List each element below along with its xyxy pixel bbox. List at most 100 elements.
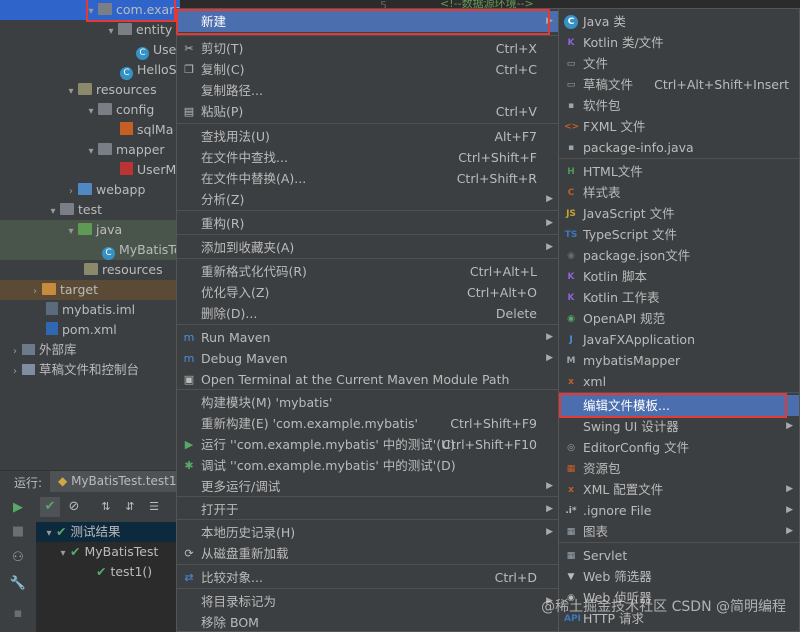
context-menu-item[interactable]: 复制路径... xyxy=(177,80,559,101)
wrench-icon[interactable]: 🔧 xyxy=(8,574,28,594)
tree-item-usermapper[interactable]: UserM xyxy=(120,160,176,180)
chevron-down-icon[interactable]: ▾ xyxy=(84,102,98,122)
new-menu-item[interactable]: ▼ Web 筛选器 xyxy=(559,566,799,587)
tree-item-scratches[interactable]: › 草稿文件和控制台 xyxy=(8,360,139,380)
context-menu-item[interactable]: 添加到收藏夹(A) ▶ xyxy=(177,237,559,258)
chevron-right-icon[interactable]: › xyxy=(28,282,42,302)
context-menu-item[interactable]: ✂ 剪切(T) Ctrl+X xyxy=(177,38,559,59)
chevron-down-icon[interactable]: ▾ xyxy=(46,202,60,222)
tree-item-entity[interactable]: ▾ entity xyxy=(104,20,172,40)
chevron-right-icon[interactable]: › xyxy=(8,362,22,382)
new-menu-item[interactable]: JS JavaScript 文件 xyxy=(559,203,799,224)
context-menu-item[interactable]: 在文件中查找... Ctrl+Shift+F xyxy=(177,147,559,168)
context-menu-item[interactable]: 查找用法(U) Alt+F7 xyxy=(177,126,559,147)
tree-item-user-class[interactable]: C Use xyxy=(136,40,176,60)
test-class-node[interactable]: ▾ ✔ MyBatisTest xyxy=(56,542,158,562)
new-menu-item[interactable]: TS TypeScript 文件 xyxy=(559,224,799,245)
chevron-down-icon[interactable]: ▾ xyxy=(56,544,70,564)
chevron-down-icon[interactable]: ▾ xyxy=(64,82,78,102)
chevron-down-icon[interactable]: ▾ xyxy=(42,524,56,544)
new-menu-item[interactable]: ◎ EditorConfig 文件 xyxy=(559,437,799,458)
tree-item-sqlmap[interactable]: sqlMa xyxy=(120,120,173,140)
new-menu-item[interactable]: x XML 配置文件 ▶ xyxy=(559,479,799,500)
new-menu-item[interactable]: J JavaFXApplication xyxy=(559,329,799,350)
chevron-down-icon[interactable]: ▾ xyxy=(64,222,78,242)
context-menu-item[interactable]: ❐ 复制(C) Ctrl+C xyxy=(177,59,559,80)
new-menu-item[interactable]: C Java 类 xyxy=(559,11,799,32)
new-menu-item[interactable]: K Kotlin 脚本 xyxy=(559,266,799,287)
context-menu-item[interactable]: m Run Maven ▶ xyxy=(177,327,559,348)
context-menu-item[interactable]: ▤ 粘贴(P) Ctrl+V xyxy=(177,101,559,122)
new-menu-item[interactable]: ▦ 图表 ▶ xyxy=(559,521,799,542)
chevron-right-icon[interactable]: › xyxy=(8,342,22,362)
new-menu-item[interactable]: ▭ 文件 xyxy=(559,53,799,74)
context-menu-item[interactable]: 重构(R) ▶ xyxy=(177,213,559,234)
stop-icon[interactable]: ■ xyxy=(8,522,28,542)
context-menu-item[interactable]: m Debug Maven ▶ xyxy=(177,348,559,369)
context-menu-item[interactable]: 重新构建(E) 'com.example.mybatis' Ctrl+Shift+… xyxy=(177,413,559,434)
new-menu-item[interactable]: Swing UI 设计器 ▶ xyxy=(559,416,799,437)
new-menu-item[interactable]: K Kotlin 类/文件 xyxy=(559,32,799,53)
tree-item-mapper[interactable]: ▾ mapper xyxy=(84,140,164,162)
tree-item-webapp[interactable]: › webapp xyxy=(64,180,145,200)
context-menu-item[interactable]: ⇄ 比较对象... Ctrl+D xyxy=(177,567,559,588)
chevron-right-icon[interactable]: › xyxy=(64,182,78,202)
test-method-node[interactable]: ✔ test1() xyxy=(96,562,152,582)
new-menu-item[interactable]: ▦ 资源包 xyxy=(559,458,799,479)
run-tab[interactable]: ◆ MyBatisTest.test1 xyxy=(50,471,183,493)
context-menu-item[interactable]: 更多运行/调试 ▶ xyxy=(177,476,559,497)
tree-item-config[interactable]: ▾ config xyxy=(84,100,154,120)
chevron-down-icon[interactable]: ▾ xyxy=(84,142,98,162)
new-menu-item[interactable]: ◉ package.json文件 xyxy=(559,245,799,266)
new-menu-item[interactable]: <> FXML 文件 xyxy=(559,116,799,137)
new-menu-item[interactable]: K Kotlin 工作表 xyxy=(559,287,799,308)
context-menu-item[interactable]: 打开于 ▶ xyxy=(177,499,559,520)
context-menu-item[interactable]: 将目录标记为 ▶ xyxy=(177,591,559,612)
show-passed-icon[interactable]: ✔ xyxy=(40,497,60,517)
new-menu-item[interactable]: ▪ 软件包 xyxy=(559,95,799,116)
new-menu-item[interactable]: MmybatisMapper xyxy=(559,350,799,371)
tree-item-package[interactable]: ▾ com.example.mybatis xyxy=(84,0,180,20)
tree-item-java[interactable]: ▾ java xyxy=(64,220,122,240)
context-menu-item[interactable]: 优化导入(Z) Ctrl+Alt+O xyxy=(177,282,559,303)
new-menu-item[interactable]: 编辑文件模板... xyxy=(559,395,799,416)
test-results-root[interactable]: ▾ ✔ 测试结果 xyxy=(42,522,120,542)
expand-all-icon[interactable]: ☰ xyxy=(144,497,164,517)
context-menu-item[interactable]: 本地历史记录(H) ▶ xyxy=(177,522,559,543)
tree-item-resources[interactable]: ▾ resources xyxy=(64,80,156,102)
context-menu-item[interactable]: 分析(Z) ▶ xyxy=(177,189,559,210)
tree-item-mybatistest[interactable]: C MyBatisTe xyxy=(102,240,180,260)
sort-duration-icon[interactable]: ⇵ xyxy=(120,497,140,517)
context-menu-item[interactable]: ▣ Open Terminal at the Current Maven Modu… xyxy=(177,369,559,390)
new-menu-item[interactable]: ▦ Servlet xyxy=(559,545,799,566)
tree-item-pom[interactable]: pom.xml xyxy=(46,320,117,340)
layout-icon[interactable]: ▪ xyxy=(8,604,28,624)
new-menu-item[interactable]: ◉ OpenAPI 规范 xyxy=(559,308,799,329)
chevron-down-icon[interactable]: ▾ xyxy=(104,22,118,42)
context-menu-item[interactable]: 在文件中替换(A)... Ctrl+Shift+R xyxy=(177,168,559,189)
context-menu-item[interactable]: ⟳ 从磁盘重新加载 xyxy=(177,543,559,564)
context-menu-item[interactable]: ▶ 运行 ''com.example.mybatis' 中的测试'(U) Ctrl+… xyxy=(177,434,559,455)
show-ignored-icon[interactable]: ⊘ xyxy=(64,497,84,517)
new-menu-item[interactable]: C 样式表 xyxy=(559,182,799,203)
rerun-icon[interactable]: ▶ xyxy=(8,498,28,518)
context-menu-item[interactable]: 新建 ▶ xyxy=(177,11,559,32)
new-menu-item[interactable]: ▪ package-info.java xyxy=(559,137,799,158)
tree-item-hello-class[interactable]: C HelloS xyxy=(120,60,177,80)
sort-icon[interactable]: ⇅ xyxy=(96,497,116,517)
tree-item-test[interactable]: ▾ test xyxy=(46,200,102,220)
tree-item-external-libs[interactable]: › 外部库 xyxy=(8,340,77,360)
tree-item-test-resources[interactable]: resources xyxy=(84,260,163,280)
context-menu-item[interactable]: 重新格式化代码(R) Ctrl+Alt+L xyxy=(177,261,559,282)
new-menu-item[interactable]: H HTML文件 xyxy=(559,161,799,182)
new-menu-item[interactable]: ▭ 草稿文件 Ctrl+Alt+Shift+Insert xyxy=(559,74,799,95)
chevron-down-icon[interactable]: ▾ xyxy=(84,2,98,22)
tree-item-iml[interactable]: mybatis.iml xyxy=(46,300,135,320)
context-menu-item[interactable]: 构建模块(M) 'mybatis' xyxy=(177,392,559,413)
context-menu-item[interactable]: ✱ 调试 ''com.example.mybatis' 中的测试'(D) xyxy=(177,455,559,476)
context-menu-item[interactable]: 删除(D)... Delete xyxy=(177,303,559,324)
new-menu-item[interactable]: x xml xyxy=(559,371,799,392)
new-menu-item[interactable]: .i* .ignore File ▶ xyxy=(559,500,799,521)
debug-icon[interactable]: ⚇ xyxy=(8,548,28,568)
context-menu-item[interactable]: 移除 BOM xyxy=(177,612,559,632)
